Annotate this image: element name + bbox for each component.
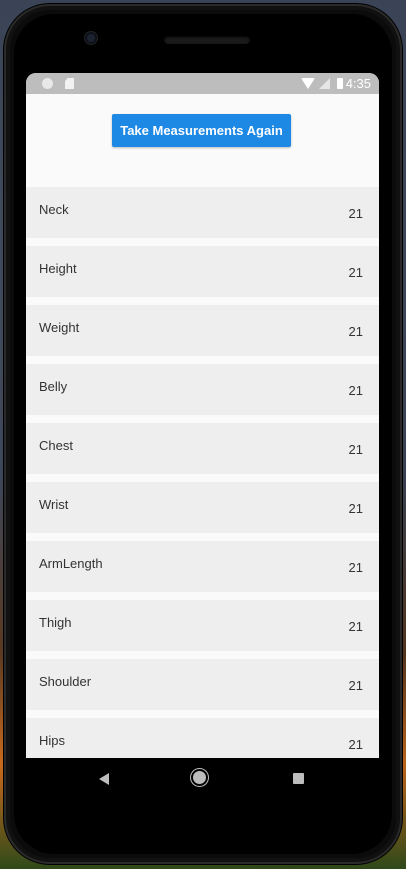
- item-value: 21: [348, 442, 363, 457]
- signal-icon: [319, 78, 330, 89]
- earpiece-speaker: [164, 36, 250, 44]
- item-value: 21: [348, 560, 363, 575]
- list-item-weight[interactable]: Weight 21: [26, 305, 379, 356]
- item-label: Wrist: [39, 497, 69, 512]
- item-value: 21: [348, 501, 363, 516]
- item-value: 21: [348, 206, 363, 221]
- status-icons: [301, 77, 343, 90]
- list-item-wrist[interactable]: Wrist 21: [26, 482, 379, 533]
- item-value: 21: [348, 383, 363, 398]
- list-item-neck[interactable]: Neck 21: [26, 187, 379, 238]
- front-camera: [85, 32, 97, 44]
- item-label: Thigh: [39, 615, 72, 630]
- item-value: 21: [348, 678, 363, 693]
- item-value: 21: [348, 619, 363, 634]
- take-measurements-again-button[interactable]: Take Measurements Again: [112, 114, 291, 147]
- android-nav-bar: [26, 758, 379, 800]
- list-item-height[interactable]: Height 21: [26, 246, 379, 297]
- status-bar: 4:35: [26, 73, 379, 94]
- item-label: Chest: [39, 438, 73, 453]
- item-label: ArmLength: [39, 556, 103, 571]
- battery-icon: [337, 78, 343, 89]
- item-label: Height: [39, 261, 77, 276]
- wifi-icon: [301, 78, 315, 89]
- status-time: 4:35: [345, 76, 371, 91]
- list-item-chest[interactable]: Chest 21: [26, 423, 379, 474]
- item-value: 21: [348, 324, 363, 339]
- list-item-armlength[interactable]: ArmLength 21: [26, 541, 379, 592]
- list-item-hips[interactable]: Hips 21: [26, 718, 379, 758]
- home-icon[interactable]: [193, 771, 206, 784]
- item-value: 21: [348, 265, 363, 280]
- item-label: Neck: [39, 202, 69, 217]
- sd-card-icon: [65, 78, 74, 89]
- header-area: Take Measurements Again: [26, 94, 379, 186]
- item-value: 21: [348, 737, 363, 752]
- item-label: Belly: [39, 379, 68, 394]
- list-item-belly[interactable]: Belly 21: [26, 364, 379, 415]
- circle-icon: [42, 78, 53, 89]
- item-label: Shoulder: [39, 674, 92, 689]
- item-label: Hips: [39, 733, 66, 748]
- measurement-list: Neck 21 Height 21 Weight 21 Belly 21 Che…: [26, 187, 379, 758]
- list-item-thigh[interactable]: Thigh 21: [26, 600, 379, 651]
- item-label: Weight: [39, 320, 80, 335]
- back-icon[interactable]: [99, 773, 109, 785]
- list-item-shoulder[interactable]: Shoulder 21: [26, 659, 379, 710]
- app-screen: 4:35 Take Measurements Again Neck 21 Hei…: [26, 73, 379, 758]
- recents-icon[interactable]: [293, 773, 304, 784]
